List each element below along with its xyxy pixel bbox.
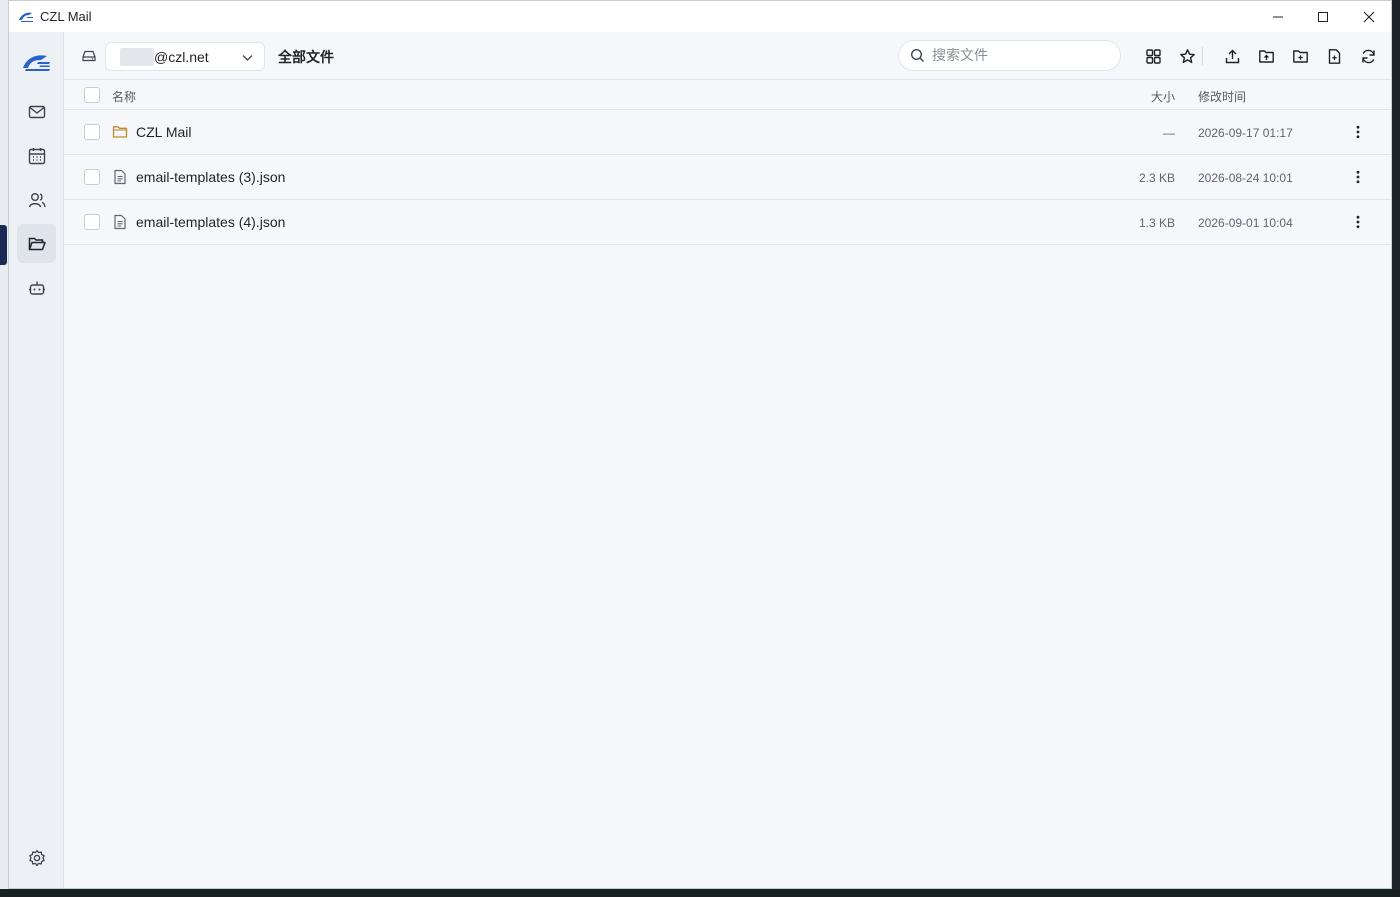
file-browser: @czl.net 全部文件 搜索文件 名称 大小 修改时间 CZL Mail —… (64, 32, 1391, 888)
app-window: CZL Mail @czl.net 全部文件 搜索文件 名称 大小 修改时间 C… (8, 0, 1392, 889)
calendar-icon (28, 147, 45, 164)
maximize-button[interactable] (1300, 1, 1346, 32)
search-box[interactable] (898, 40, 1121, 71)
column-modified-header[interactable]: 修改时间 (1198, 88, 1246, 105)
column-name-header[interactable]: 名称 (112, 88, 136, 105)
title-bar[interactable]: CZL Mail (9, 1, 1391, 32)
settings-button[interactable] (17, 838, 56, 877)
close-icon (1363, 11, 1375, 22)
breadcrumb[interactable]: 全部文件 (278, 47, 334, 67)
folder-open-icon (28, 237, 46, 250)
file-size: 2.3 KB (1138, 171, 1175, 185)
mail-icon (28, 105, 45, 118)
row-checkbox[interactable] (84, 169, 100, 185)
folder-add-icon (1292, 49, 1308, 63)
search-icon (910, 48, 924, 62)
gear-icon (28, 849, 45, 866)
drive-icon (82, 50, 96, 62)
row-checkbox[interactable] (84, 214, 100, 230)
select-all-checkbox[interactable] (84, 87, 100, 103)
file-row[interactable]: CZL Mail — 2026-09-17 01:17 (64, 110, 1391, 155)
upload-icon (1225, 49, 1239, 63)
desktop-background-bottom (0, 889, 1400, 897)
redacted-username (120, 47, 154, 66)
file-list-header: 名称 大小 修改时间 (64, 80, 1391, 110)
sidebar-item-contacts[interactable] (17, 180, 56, 219)
account-select[interactable]: @czl.net (105, 42, 265, 71)
file-modified: 2026-08-24 10:01 (1198, 171, 1293, 185)
row-more-button[interactable] (1348, 122, 1368, 142)
window-title: CZL Mail (40, 9, 92, 24)
refresh-button[interactable] (1356, 44, 1380, 68)
czl-mail-logo-icon (23, 55, 50, 71)
sidebar-item-calendar[interactable] (17, 136, 56, 175)
sidebar-item-mail[interactable] (17, 92, 56, 131)
maximize-icon (1318, 11, 1328, 22)
file-modified: 2026-09-01 10:04 (1198, 216, 1293, 230)
file-toolbar: @czl.net 全部文件 (64, 32, 1391, 80)
refresh-icon (1361, 49, 1375, 63)
file-size: — (1163, 126, 1175, 140)
file-modified: 2026-09-17 01:17 (1198, 126, 1293, 140)
minimize-button[interactable] (1255, 1, 1301, 32)
desktop-background-left (0, 0, 8, 897)
row-more-button[interactable] (1348, 212, 1368, 232)
folder-icon (112, 126, 128, 138)
sidebar-item-files[interactable] (17, 224, 56, 263)
more-vertical-icon (1356, 215, 1360, 229)
folder-upload-icon (1258, 49, 1274, 63)
row-checkbox[interactable] (84, 124, 100, 140)
more-vertical-icon (1356, 170, 1360, 184)
contacts-icon (28, 192, 45, 207)
file-row[interactable]: email-templates (4).json 1.3 KB 2026-09-… (64, 200, 1391, 245)
close-button[interactable] (1346, 1, 1391, 32)
chevron-down-icon (242, 55, 253, 61)
grid-view-button[interactable] (1141, 44, 1165, 68)
toolbar-divider (1202, 47, 1203, 65)
row-more-button[interactable] (1348, 167, 1368, 187)
sidebar (9, 32, 64, 888)
desktop-background-right (1392, 0, 1400, 897)
file-add-icon (1328, 48, 1340, 64)
sidebar-item-assistant[interactable] (17, 268, 56, 307)
new-file-button[interactable] (1322, 44, 1346, 68)
more-vertical-icon (1356, 125, 1360, 139)
file-name[interactable]: email-templates (4).json (136, 214, 285, 230)
upload-button[interactable] (1220, 44, 1244, 68)
file-name[interactable]: email-templates (3).json (136, 169, 285, 185)
grid-view-icon (1145, 48, 1161, 64)
desktop-taskbar-marker (0, 225, 7, 265)
file-size: 1.3 KB (1138, 216, 1175, 230)
star-icon (1179, 48, 1195, 63)
robot-icon (28, 281, 45, 295)
column-size-header[interactable]: 大小 (1151, 88, 1175, 105)
account-email: @czl.net (154, 48, 209, 65)
search-input[interactable] (932, 47, 1102, 64)
file-icon (114, 214, 126, 230)
file-icon (114, 169, 126, 185)
file-name[interactable]: CZL Mail (136, 124, 192, 140)
app-logo-icon (19, 12, 33, 22)
new-folder-button[interactable] (1288, 44, 1312, 68)
upload-folder-button[interactable] (1254, 44, 1278, 68)
favorites-button[interactable] (1175, 44, 1199, 68)
minimize-icon (1273, 16, 1283, 17)
file-row[interactable]: email-templates (3).json 2.3 KB 2026-08-… (64, 155, 1391, 200)
